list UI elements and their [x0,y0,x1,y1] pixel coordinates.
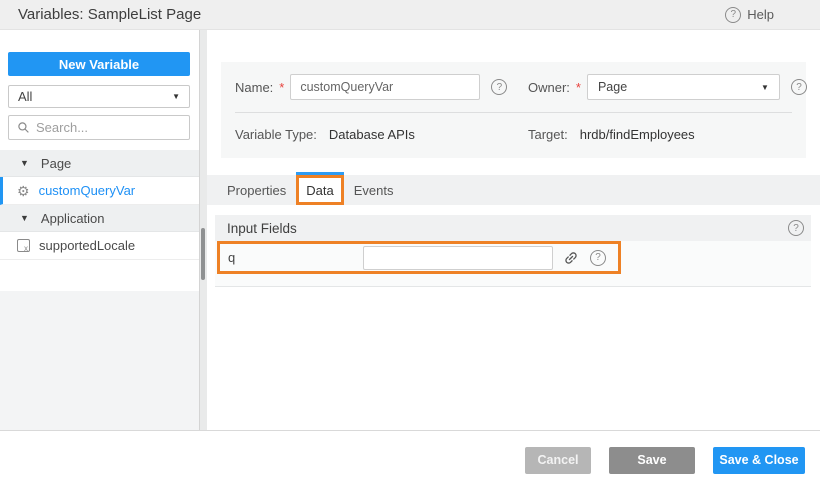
save-and-close-button[interactable]: Save & Close [713,447,805,474]
name-field-group: Name: * ? [235,74,528,100]
chevron-down-icon: ▼ [172,92,180,101]
chevron-down-icon: ▼ [761,83,769,92]
sidebar-scrollbar[interactable] [200,30,207,430]
detail-tabbar: Properties Data Events [207,175,820,205]
dialog-footer: Cancel Save Save & Close [0,430,820,489]
variable-tree: ▼ Page ⚙ customQueryVar ▼ Application x … [0,150,199,260]
page-title: Variables: SampleList Page [18,6,201,23]
input-fields-help-icon[interactable]: ? [788,220,804,236]
save-button[interactable]: Save [609,447,695,474]
name-label: Name: [235,80,273,95]
owner-label: Owner: [528,80,570,95]
new-variable-button[interactable]: New Variable [8,52,190,76]
owner-selected-value: Page [598,80,627,94]
target-label: Target: [528,127,568,142]
help-icon: ? [725,7,741,23]
variables-sidebar: New Variable All ▼ ▼ Page ⚙ [0,30,200,430]
tree-item-label: customQueryVar [39,183,136,198]
input-field-row-q: q ? [217,241,621,274]
tree-group-label: Application [41,211,105,226]
name-input[interactable] [290,74,480,100]
variable-type-label: Variable Type: [235,127,317,142]
variable-search-box[interactable] [8,115,190,140]
sidebar-empty-area [0,291,199,430]
tree-item-supportedlocale[interactable]: x supportedLocale [0,232,199,260]
tab-properties[interactable]: Properties [217,175,296,205]
dialog-body: New Variable All ▼ ▼ Page ⚙ [0,30,820,430]
tree-item-label: supportedLocale [39,238,135,253]
cancel-button[interactable]: Cancel [525,447,591,474]
owner-select[interactable]: Page ▼ [587,74,780,100]
target-group: Target: hrdb/findEmployees [528,127,792,142]
field-name-label: q [220,250,363,265]
variable-filter-select[interactable]: All ▼ [8,85,190,108]
tree-group-page[interactable]: ▼ Page [0,150,199,177]
tree-item-customqueryvar[interactable]: ⚙ customQueryVar [0,177,199,205]
model-variable-icon: x [17,239,30,252]
filter-selected-value: All [18,89,32,104]
required-marker: * [279,80,284,95]
variables-dialog: Variables: SampleList Page ? Help New Va… [0,0,820,489]
required-marker: * [576,80,581,95]
owner-help-icon[interactable]: ? [791,79,807,95]
input-fields-title: Input Fields [227,221,297,236]
tree-group-label: Page [41,156,71,171]
field-help-icon[interactable]: ? [590,250,606,266]
collapse-arrow-icon: ▼ [20,158,29,168]
tab-data[interactable]: Data [296,175,343,205]
variable-summary-card: Name: * ? Owner: * Page ▼ ? [221,62,806,158]
variable-detail-panel: Name: * ? Owner: * Page ▼ ? [207,30,820,430]
help-button[interactable]: ? Help [725,7,802,23]
tab-events[interactable]: Events [344,175,404,205]
search-input[interactable] [36,120,166,135]
collapse-arrow-icon: ▼ [20,213,29,223]
card-divider [235,112,792,113]
variable-type-group: Variable Type: Database APIs [235,127,528,142]
tree-group-application[interactable]: ▼ Application [0,205,199,232]
help-label: Help [747,7,774,22]
input-fields-body: q ? [215,241,811,287]
scrollbar-thumb[interactable] [201,228,205,280]
input-fields-header: Input Fields ? [215,215,811,241]
bind-link-icon[interactable] [563,250,579,266]
variable-type-value: Database APIs [329,127,415,142]
search-icon [17,121,30,134]
owner-field-group: Owner: * Page ▼ ? [528,74,807,100]
field-value-input[interactable] [363,246,553,270]
target-value: hrdb/findEmployees [580,127,695,142]
name-help-icon[interactable]: ? [491,79,507,95]
dialog-header: Variables: SampleList Page ? Help [0,0,820,30]
service-variable-icon: ⚙ [17,184,30,198]
